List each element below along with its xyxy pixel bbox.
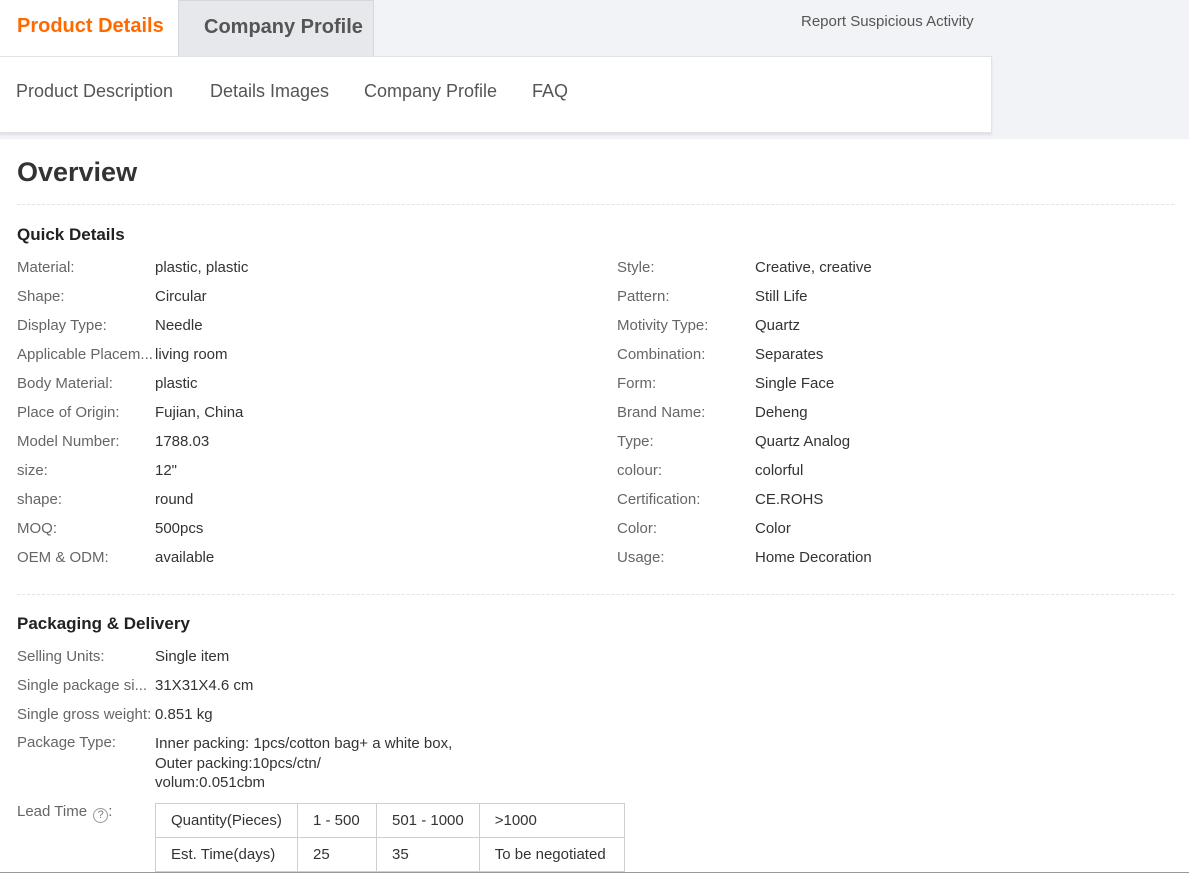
table-cell: 1 - 500: [297, 803, 377, 838]
lead-time-label: Lead Time ?:: [17, 803, 112, 823]
table-cell: 25: [297, 837, 377, 872]
help-icon[interactable]: ?: [93, 808, 109, 823]
lead-time-colon: :: [108, 803, 113, 820]
table-cell: To be negotiated: [478, 837, 625, 872]
attribute-value: Quartz Analog: [755, 433, 851, 450]
attribute-value: Fujian, China: [155, 404, 244, 421]
table-row: Est. Time(days) 25 35 To be negotiated: [155, 837, 625, 872]
attribute-key: Motivity Type:: [617, 317, 709, 334]
attribute-key: Brand Name:: [617, 404, 706, 421]
package-type-line: Inner packing: 1pcs/cotton bag+ a white …: [155, 735, 453, 752]
attribute-key: Body Material:: [17, 375, 113, 392]
nav-details-images[interactable]: Details Images: [210, 81, 329, 102]
attribute-value: living room: [155, 346, 228, 363]
nav-product-description[interactable]: Product Description: [16, 81, 173, 102]
nav-faq[interactable]: FAQ: [532, 81, 568, 102]
attribute-value: plastic, plastic: [155, 259, 249, 276]
attribute-key: Form:: [617, 375, 657, 392]
overview-title: Overview: [17, 157, 138, 187]
package-type-line: Outer packing:10pcs/ctn/: [155, 754, 321, 772]
attribute-key: Pattern:: [617, 288, 670, 305]
attribute-value: 1788.03: [155, 433, 210, 450]
attribute-value: round: [155, 491, 194, 508]
tab-product-details[interactable]: Product Details: [0, 0, 178, 57]
table-cell: >1000: [478, 803, 625, 838]
attribute-key: Applicable Placem...: [17, 346, 153, 363]
attribute-value: 31X31X4.6 cm: [155, 677, 254, 694]
attribute-key: Usage:: [617, 549, 665, 566]
divider: [17, 594, 1174, 595]
attribute-value: Deheng: [755, 404, 808, 421]
attribute-value: Quartz: [755, 317, 801, 334]
table-cell: Quantity(Pieces): [155, 803, 298, 838]
attribute-key: size:: [17, 462, 48, 479]
attribute-key: Single package si...: [17, 677, 148, 694]
attribute-key: Display Type:: [17, 317, 107, 334]
attribute-key: OEM & ODM:: [17, 549, 109, 566]
section-nav: Product Description Details Images Compa…: [0, 56, 992, 133]
attribute-key: shape:: [17, 491, 63, 508]
tab-company-profile[interactable]: Company Profile: [178, 0, 374, 57]
attribute-value: 0.851 kg: [155, 706, 213, 723]
table-cell: 501 - 1000: [376, 803, 480, 838]
attribute-value: 12": [155, 462, 178, 479]
packaging-delivery-title: Packaging & Delivery: [17, 614, 190, 633]
attribute-value: Separates: [755, 346, 824, 363]
attribute-key: Combination:: [617, 346, 706, 363]
quick-details-title: Quick Details: [17, 225, 125, 244]
divider: [17, 204, 1174, 205]
table-cell: 35: [376, 837, 480, 872]
lead-time-table: Quantity(Pieces) 1 - 500 501 - 1000 >100…: [155, 803, 625, 872]
attribute-key: Model Number:: [17, 433, 120, 450]
attribute-key: Certification:: [617, 491, 701, 508]
package-type-label: Package Type:: [17, 734, 116, 751]
attribute-key: Type:: [617, 433, 654, 450]
attribute-key: Shape:: [17, 288, 65, 305]
attribute-value: Color: [755, 520, 791, 537]
attribute-value: CE.ROHS: [755, 491, 824, 508]
attribute-key: Single gross weight:: [17, 706, 152, 723]
attribute-key: MOQ:: [17, 520, 57, 537]
nav-company-profile[interactable]: Company Profile: [364, 81, 497, 102]
table-cell: Est. Time(days): [155, 837, 298, 872]
attribute-key: Material:: [17, 259, 75, 276]
attribute-value: Still Life: [755, 288, 808, 305]
attribute-value: plastic: [155, 375, 198, 392]
attribute-value: Home Decoration: [755, 549, 872, 566]
attribute-key: Selling Units:: [17, 648, 105, 665]
attribute-key: Place of Origin:: [17, 404, 120, 421]
lead-time-text: Lead Time: [17, 803, 88, 820]
attribute-value: Circular: [155, 288, 207, 305]
attribute-value: Needle: [155, 317, 203, 334]
table-row: Quantity(Pieces) 1 - 500 501 - 1000 >100…: [155, 803, 625, 838]
attribute-key: Color:: [617, 520, 658, 537]
attribute-key: Style:: [617, 259, 655, 276]
package-type-line: volum:0.051cbm: [155, 774, 266, 791]
report-suspicious-activity-link[interactable]: Report Suspicious Activity: [801, 13, 974, 30]
attribute-value: Single item: [155, 648, 230, 665]
package-type-value: Inner packing: 1pcs/cotton bag+ a white …: [155, 734, 452, 793]
attribute-key: colour:: [617, 462, 663, 479]
attribute-value: colorful: [755, 462, 804, 479]
attribute-value: Single Face: [755, 375, 835, 392]
attribute-value: available: [155, 549, 215, 566]
bottom-border: [0, 872, 1189, 873]
attribute-value: 500pcs: [155, 520, 204, 537]
attribute-value: Creative, creative: [755, 259, 872, 276]
